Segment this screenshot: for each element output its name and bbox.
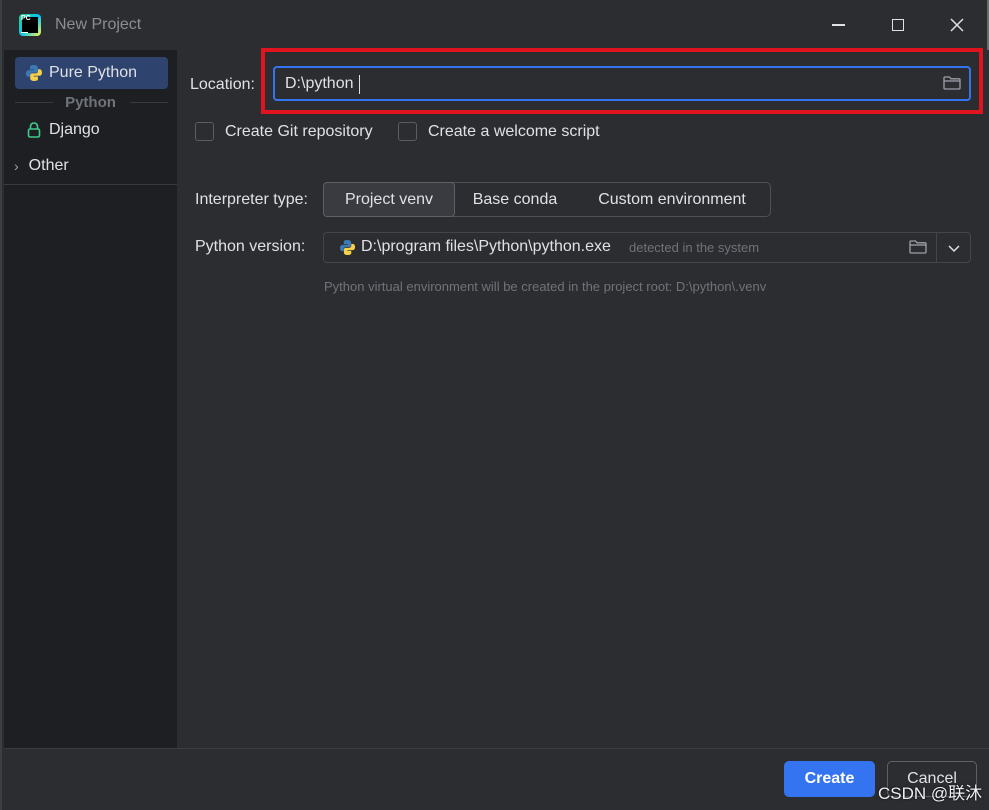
sidebar-divider: [4, 184, 177, 185]
python-version-select[interactable]: D:\program files\Python\python.exe detec…: [323, 232, 971, 263]
create-git-checkbox[interactable]: Create Git repository: [195, 122, 373, 141]
sidebar-item-label: Django: [49, 121, 100, 138]
new-project-dialog: PC New Project Pure Python Python Django…: [0, 0, 989, 810]
create-button[interactable]: Create: [784, 761, 875, 797]
welcome-script-label: Create a welcome script: [428, 122, 600, 140]
sidebar-item-label: Other: [28, 157, 69, 174]
welcome-script-checkbox[interactable]: Create a welcome script: [398, 122, 600, 141]
project-type-sidebar: Pure Python Python Django › Other: [4, 50, 177, 748]
pycharm-logo-icon: PC: [19, 14, 41, 36]
minimize-icon: [831, 24, 845, 26]
python-detected-note: detected in the system: [629, 240, 760, 255]
create-git-label: Create Git repository: [225, 122, 373, 140]
sidebar-item-label: Pure Python: [49, 64, 138, 81]
interpreter-option-base-conda[interactable]: Base conda: [455, 183, 575, 216]
interpreter-type-selector: Project venv Base conda Custom environme…: [323, 182, 771, 217]
interpreter-type-label: Interpreter type:: [195, 191, 308, 208]
interpreter-option-custom-environment[interactable]: Custom environment: [575, 183, 769, 216]
highlight-annotation: [261, 48, 983, 114]
sidebar-group-python: Python: [65, 94, 116, 111]
python-icon: [339, 239, 356, 261]
lock-icon: [25, 121, 43, 139]
minimize-button[interactable]: [818, 10, 858, 40]
sidebar-item-django[interactable]: Django: [15, 114, 168, 146]
chevron-down-icon[interactable]: [945, 239, 963, 257]
dropdown-separator: [936, 233, 937, 262]
venv-hint-text: Python virtual environment will be creat…: [324, 279, 767, 294]
title-bar: PC New Project: [2, 0, 987, 50]
close-icon: [950, 18, 964, 32]
group-divider-right: [130, 102, 168, 103]
maximize-button[interactable]: [878, 10, 918, 40]
dialog-footer: Create Cancel CSDN @联沐: [4, 748, 989, 810]
close-button[interactable]: [937, 10, 977, 40]
python-icon: [25, 64, 43, 82]
sidebar-item-pure-python[interactable]: Pure Python: [15, 57, 168, 89]
checkbox-box[interactable]: [195, 122, 214, 141]
sidebar-item-other[interactable]: › Other: [14, 154, 69, 178]
maximize-icon: [892, 19, 904, 31]
interpreter-option-project-venv[interactable]: Project venv: [323, 182, 455, 217]
chevron-right-icon: ›: [14, 158, 19, 174]
project-settings-panel: Location: Create Git repository Create a…: [177, 48, 989, 748]
checkbox-box[interactable]: [398, 122, 417, 141]
logo-text: PC: [21, 15, 31, 22]
folder-icon[interactable]: [909, 240, 927, 254]
window-title: New Project: [55, 16, 142, 33]
python-path-value: D:\program files\Python\python.exe: [361, 238, 611, 255]
watermark: CSDN @联沐: [878, 784, 983, 803]
location-label: Location:: [190, 76, 255, 93]
python-version-label: Python version:: [195, 238, 306, 255]
